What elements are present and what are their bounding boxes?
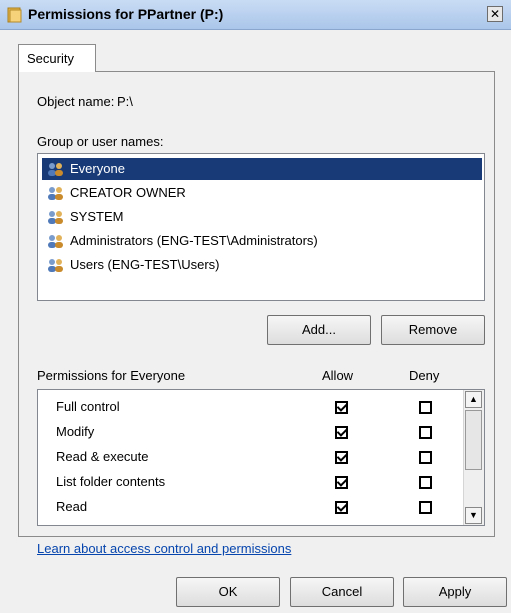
cancel-button[interactable]: Cancel bbox=[290, 577, 394, 607]
user-group-icon bbox=[48, 163, 63, 176]
user-group-icon bbox=[48, 187, 63, 200]
user-group-icon bbox=[48, 211, 63, 224]
allow-checkbox[interactable] bbox=[335, 426, 348, 439]
deny-checkbox[interactable] bbox=[419, 426, 432, 439]
allow-column-label: Allow bbox=[322, 368, 354, 383]
user-group-icon bbox=[48, 259, 63, 272]
allow-checkbox[interactable] bbox=[335, 401, 348, 414]
user-list-item-label: CREATOR OWNER bbox=[70, 185, 186, 200]
user-group-icon bbox=[48, 235, 63, 248]
deny-column-label: Deny bbox=[409, 368, 440, 383]
remove-button[interactable]: Remove bbox=[381, 315, 485, 345]
scroll-thumb[interactable] bbox=[465, 410, 482, 470]
deny-checkbox[interactable] bbox=[419, 501, 432, 514]
scroll-down-icon[interactable]: ▼ bbox=[465, 507, 482, 524]
user-list-item[interactable]: Everyone bbox=[42, 158, 482, 180]
allow-checkbox[interactable] bbox=[335, 451, 348, 464]
close-button[interactable]: ✕ bbox=[487, 6, 503, 22]
deny-checkbox[interactable] bbox=[419, 476, 432, 489]
deny-checkbox[interactable] bbox=[419, 451, 432, 464]
user-list-item-label: Administrators (ENG-TEST\Administrators) bbox=[70, 233, 318, 248]
permissions-list: ▲ ▼ Full control Modify Read & execute List… bbox=[37, 389, 485, 526]
group-or-user-names-label: Group or user names: bbox=[37, 134, 164, 149]
object-name-label: Object name: bbox=[37, 94, 115, 109]
permission-name: Full control bbox=[56, 399, 120, 414]
scroll-up-icon[interactable]: ▲ bbox=[465, 391, 482, 408]
permission-name: Read & execute bbox=[56, 449, 149, 464]
permissions-header: Permissions for Everyone bbox=[37, 368, 186, 383]
ok-button[interactable]: OK bbox=[176, 577, 280, 607]
permissions-scrollbar[interactable]: ▲ ▼ bbox=[463, 390, 484, 525]
user-list-item[interactable]: Users (ENG-TEST\Users) bbox=[42, 254, 482, 276]
add-button[interactable]: Add... bbox=[267, 315, 371, 345]
user-list-item-label: Users (ENG-TEST\Users) bbox=[70, 257, 220, 272]
user-list-item[interactable]: CREATOR OWNER bbox=[42, 182, 482, 204]
user-list[interactable]: Everyone CREATOR OWNER SYSTEM Administrator… bbox=[37, 153, 485, 301]
tab-security[interactable]: Security bbox=[18, 44, 96, 72]
user-list-item[interactable]: SYSTEM bbox=[42, 206, 482, 228]
help-link[interactable]: Learn about access control and permissio… bbox=[37, 541, 291, 556]
apply-button[interactable]: Apply bbox=[403, 577, 507, 607]
permission-name: Modify bbox=[56, 424, 95, 439]
user-list-item-label: SYSTEM bbox=[70, 209, 124, 224]
permission-name: List folder contents bbox=[56, 474, 166, 489]
allow-checkbox[interactable] bbox=[335, 476, 348, 489]
user-list-item[interactable]: Administrators (ENG-TEST\Administrators) bbox=[42, 230, 482, 252]
allow-checkbox[interactable] bbox=[335, 501, 348, 514]
object-name-value: P:\ bbox=[117, 94, 133, 109]
window-title: Permissions for PPartner (P:) bbox=[28, 6, 224, 22]
title-bar: Permissions for PPartner (P:) ✕ bbox=[0, 0, 511, 30]
permission-name: Read bbox=[56, 499, 88, 514]
deny-checkbox[interactable] bbox=[419, 401, 432, 414]
folder-icon bbox=[7, 7, 22, 23]
user-list-item-label: Everyone bbox=[70, 161, 125, 176]
